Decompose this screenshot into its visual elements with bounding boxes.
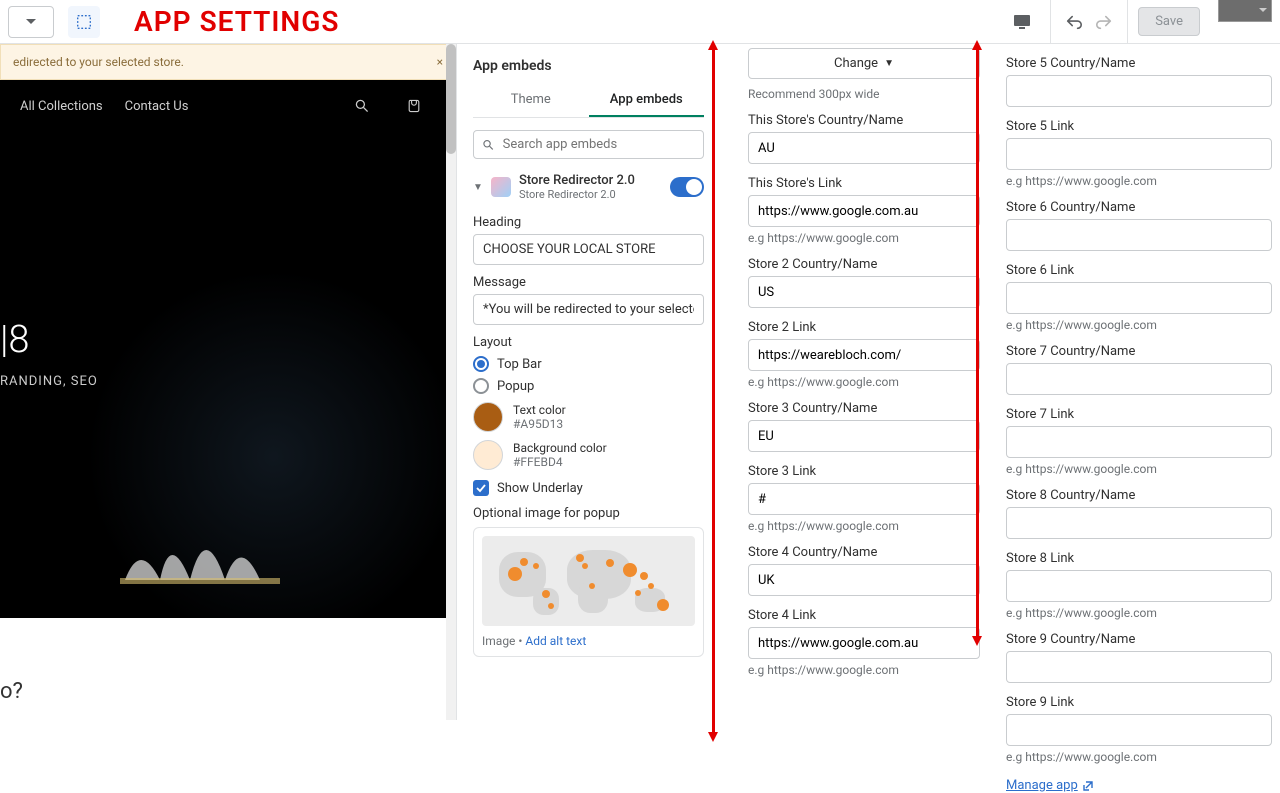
tab-theme[interactable]: Theme [473, 84, 589, 117]
change-image-button[interactable]: Change▼ [748, 48, 980, 79]
annotation-arrow-2 [976, 48, 979, 640]
message-input[interactable] [473, 294, 704, 325]
layout-label: Layout [473, 335, 704, 350]
bg-color-row[interactable]: Background color#FFEBD4 [473, 440, 704, 470]
tab-app-embeds[interactable]: App embeds [589, 84, 705, 117]
page-title: APP SETTINGS [134, 5, 339, 38]
search-icon [482, 138, 495, 152]
store-preview-column: edirected to your selected store. × All … [0, 44, 456, 720]
store1-link-input[interactable] [748, 195, 980, 227]
preview-scrollbar[interactable] [446, 44, 456, 720]
store9-name-input[interactable] [1006, 651, 1272, 683]
search-embeds[interactable] [473, 130, 704, 159]
store5-name-input[interactable] [1006, 75, 1272, 107]
storefront-preview: All Collections Contact Us |8 RANDING, S… [0, 80, 456, 618]
manage-app-link[interactable]: Manage app [1006, 778, 1272, 793]
store8-name-input[interactable] [1006, 507, 1272, 539]
nav-contact-us[interactable]: Contact Us [125, 99, 189, 114]
chevron-down-icon: ▼ [473, 182, 483, 193]
redirect-notice-bar: edirected to your selected store. × [0, 44, 456, 80]
store4-link-input[interactable] [748, 627, 980, 659]
store1-name-input[interactable] [748, 132, 980, 164]
embed-toggle[interactable] [670, 177, 704, 197]
annotation-arrow-1 [712, 48, 715, 736]
optimage-label: Optional image for popup [473, 506, 704, 521]
close-icon[interactable]: × [437, 55, 443, 69]
store5-link-input[interactable] [1006, 138, 1272, 170]
stores-column-a: Change▼ Recommend 300px wide This Store'… [720, 44, 984, 720]
text-color-row[interactable]: Text color#A95D13 [473, 402, 704, 432]
preview-hero-text: |8 [0, 318, 29, 362]
save-button[interactable]: Save [1138, 7, 1200, 36]
store2-link-input[interactable] [748, 339, 980, 371]
app-vendor: Store Redirector 2.0 [519, 188, 662, 201]
recommend-text: Recommend 300px wide [748, 87, 980, 101]
popup-image-card[interactable]: Image • Add alt text [473, 527, 704, 657]
store6-name-input[interactable] [1006, 219, 1272, 251]
store6-link-input[interactable] [1006, 282, 1272, 314]
preview-subtext: RANDING, SEO [0, 374, 98, 389]
add-alt-text-link[interactable]: Add alt text [525, 634, 586, 648]
store3-name-input[interactable] [748, 420, 980, 452]
theme-dropdown[interactable] [8, 6, 54, 38]
world-map-image [482, 536, 695, 626]
store4-name-input[interactable] [748, 564, 980, 596]
store9-link-input[interactable] [1006, 714, 1272, 746]
bg-color-swatch [473, 440, 503, 470]
undo-icon[interactable] [1065, 13, 1083, 31]
radio-popup[interactable]: Popup [473, 378, 704, 394]
embed-app-row[interactable]: ▼ Store Redirector 2.0 Store Redirector … [473, 173, 704, 201]
app-name: Store Redirector 2.0 [519, 173, 662, 188]
desktop-icon[interactable] [1012, 12, 1032, 32]
unknown-grey-dropdown[interactable] [1218, 0, 1272, 22]
external-link-icon [1082, 780, 1094, 792]
show-underlay-checkbox[interactable]: Show Underlay [473, 480, 704, 496]
message-label: Message [473, 275, 704, 290]
panel-heading: App embeds [473, 58, 704, 74]
store3-link-input[interactable] [748, 483, 980, 515]
radio-topbar[interactable]: Top Bar [473, 356, 704, 372]
store8-link-input[interactable] [1006, 570, 1272, 602]
heading-label: Heading [473, 215, 704, 230]
notice-text: edirected to your selected store. [13, 55, 184, 69]
app-icon [491, 177, 511, 197]
nav-all-collections[interactable]: All Collections [20, 99, 103, 114]
preview-cutoff-text: o? [0, 679, 23, 704]
top-toolbar: APP SETTINGS Save [0, 0, 1280, 44]
search-icon[interactable] [354, 98, 370, 114]
cart-icon[interactable] [406, 98, 422, 114]
heading-input[interactable] [473, 234, 704, 265]
sydney-opera-illustration [120, 510, 280, 590]
redo-icon[interactable] [1095, 13, 1113, 31]
store7-link-input[interactable] [1006, 426, 1272, 458]
selector-icon [75, 13, 93, 31]
section-selector[interactable] [68, 6, 100, 38]
stores-column-b: Store 5 Country/Name Store 5 Link e.g ht… [984, 44, 1280, 720]
store7-name-input[interactable] [1006, 363, 1272, 395]
text-color-swatch [473, 402, 503, 432]
search-input[interactable] [503, 137, 695, 152]
app-embeds-panel: App embeds Theme App embeds ▼ Store Redi… [456, 44, 720, 720]
store2-name-input[interactable] [748, 276, 980, 308]
